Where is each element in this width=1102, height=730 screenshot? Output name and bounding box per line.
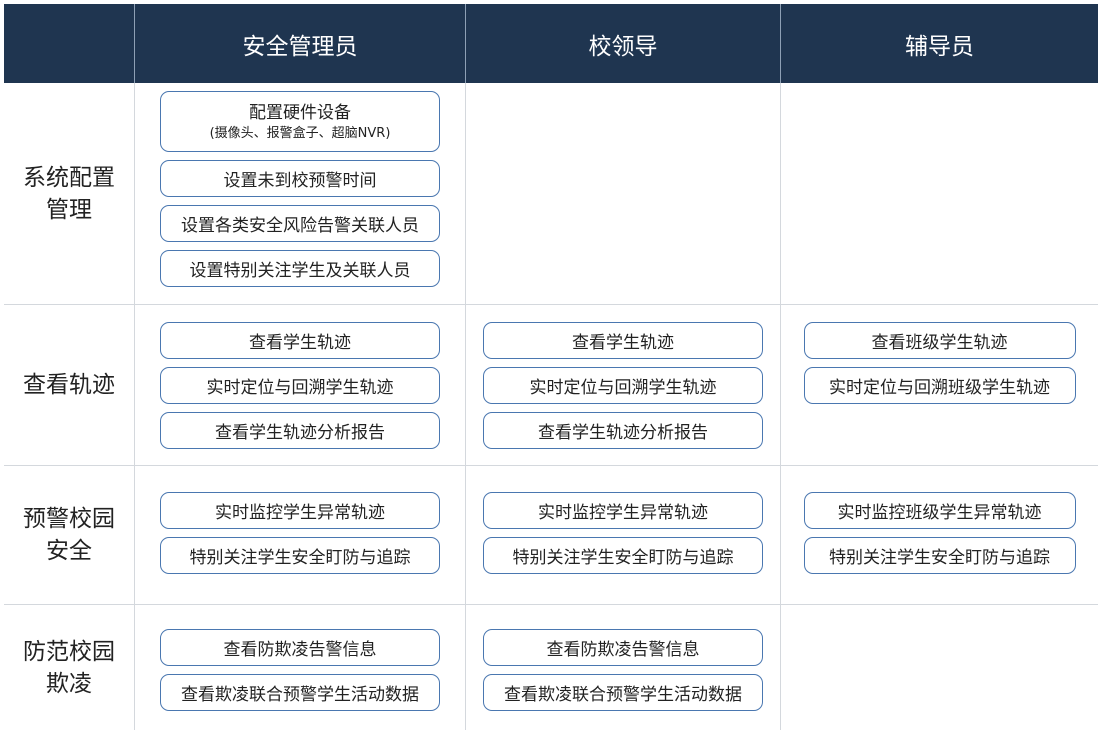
cell-alert-admin: 实时监控学生异常轨迹 特别关注学生安全盯防与追踪: [135, 466, 466, 605]
row-label-text: 防范校园欺凌: [23, 638, 115, 697]
pill-title: 配置硬件设备: [249, 102, 351, 123]
cell-bully-admin: 查看防欺凌告警信息 查看欺凌联合预警学生活动数据: [135, 605, 466, 730]
realtime-locate-replay-class-button[interactable]: 实时定位与回溯班级学生轨迹: [803, 367, 1076, 404]
cell-bully-counselor: [781, 605, 1098, 730]
special-attention-tracking-button[interactable]: 特别关注学生安全盯防与追踪: [483, 537, 763, 574]
cell-bully-leader: 查看防欺凌告警信息 查看欺凌联合预警学生活动数据: [466, 605, 781, 730]
row-label-text: 预警校园安全: [23, 506, 115, 564]
cell-alert-counselor: 实时监控班级学生异常轨迹 特别关注学生安全盯防与追踪: [781, 466, 1098, 605]
set-special-attention-students-button[interactable]: 设置特别关注学生及关联人员: [160, 250, 440, 287]
cell-config-counselor: [781, 83, 1098, 305]
row-label-system-config: 系统配置管理: [4, 83, 135, 305]
cell-config-leader: [466, 83, 781, 305]
monitor-class-abnormal-track-button[interactable]: 实时监控班级学生异常轨迹: [803, 492, 1076, 529]
realtime-locate-replay-button[interactable]: 实时定位与回溯学生轨迹: [160, 367, 440, 404]
view-class-track-button[interactable]: 查看班级学生轨迹: [803, 322, 1076, 359]
view-bullying-alerts-button[interactable]: 查看防欺凌告警信息: [483, 629, 763, 666]
cell-track-leader: 查看学生轨迹 实时定位与回溯学生轨迹 查看学生轨迹分析报告: [466, 305, 781, 466]
cell-alert-leader: 实时监控学生异常轨迹 特别关注学生安全盯防与追踪: [466, 466, 781, 605]
configure-hardware-button[interactable]: 配置硬件设备 (摄像头、报警盒子、超脑NVR): [160, 91, 440, 152]
view-student-track-button[interactable]: 查看学生轨迹: [483, 322, 763, 359]
special-attention-tracking-button[interactable]: 特别关注学生安全盯防与追踪: [803, 537, 1076, 574]
realtime-locate-replay-button[interactable]: 实时定位与回溯学生轨迹: [483, 367, 763, 404]
view-bullying-joint-data-button[interactable]: 查看欺凌联合预警学生活动数据: [483, 674, 763, 711]
view-student-track-button[interactable]: 查看学生轨迹: [160, 322, 440, 359]
cell-track-admin: 查看学生轨迹 实时定位与回溯学生轨迹 查看学生轨迹分析报告: [135, 305, 466, 466]
view-track-report-button[interactable]: 查看学生轨迹分析报告: [160, 412, 440, 449]
view-bullying-joint-data-button[interactable]: 查看欺凌联合预警学生活动数据: [160, 674, 440, 711]
view-bullying-alerts-button[interactable]: 查看防欺凌告警信息: [160, 629, 440, 666]
set-absence-alert-time-button[interactable]: 设置未到校预警时间: [160, 160, 440, 197]
monitor-abnormal-track-button[interactable]: 实时监控学生异常轨迹: [483, 492, 763, 529]
row-label-anti-bullying: 防范校园欺凌: [4, 605, 135, 730]
permission-matrix: 安全管理员 校领导 辅导员 系统配置管理 配置硬件设备 (摄像头、报警盒子、超脑…: [4, 4, 1098, 730]
set-risk-alert-contacts-button[interactable]: 设置各类安全风险告警关联人员: [160, 205, 440, 242]
special-attention-tracking-button[interactable]: 特别关注学生安全盯防与追踪: [160, 537, 440, 574]
pill-subtitle: (摄像头、报警盒子、超脑NVR): [209, 125, 391, 141]
row-label-text: 系统配置管理: [23, 164, 115, 223]
row-label-view-track: 查看轨迹: [4, 305, 135, 466]
cell-config-admin: 配置硬件设备 (摄像头、报警盒子、超脑NVR) 设置未到校预警时间 设置各类安全…: [135, 83, 466, 305]
row-label-text: 查看轨迹: [23, 372, 115, 398]
header-counselor: 辅导员: [781, 4, 1098, 83]
cell-track-counselor: 查看班级学生轨迹 实时定位与回溯班级学生轨迹: [781, 305, 1098, 466]
header-school-leader: 校领导: [466, 4, 781, 83]
header-security-admin: 安全管理员: [135, 4, 466, 83]
monitor-abnormal-track-button[interactable]: 实时监控学生异常轨迹: [160, 492, 440, 529]
view-track-report-button[interactable]: 查看学生轨迹分析报告: [483, 412, 763, 449]
row-label-campus-alert: 预警校园安全: [4, 466, 135, 605]
header-corner: [4, 4, 135, 83]
